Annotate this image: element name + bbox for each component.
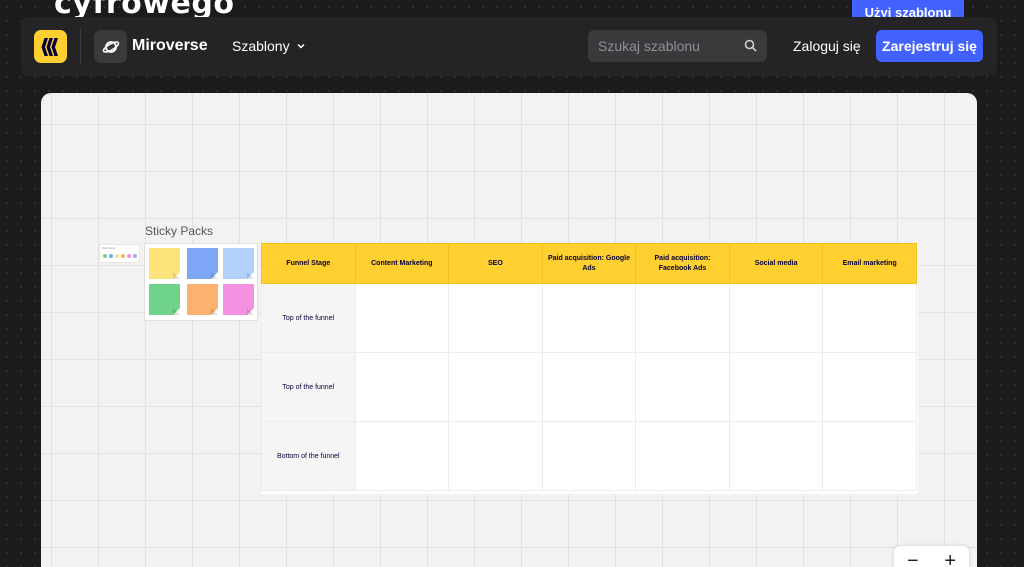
table-cell[interactable] [448,421,543,491]
login-link[interactable]: Zaloguj się [793,38,861,54]
stage-cell[interactable]: Bottom of the funnel [261,421,356,491]
table-cell[interactable] [541,421,637,491]
mini-color-dot [133,254,137,258]
mini-color-dot [127,254,131,258]
table-cell[interactable] [822,352,917,422]
sticky-pack-frame[interactable] [144,243,258,321]
zoom-controls: − + [894,546,969,567]
mini-color-dot [109,254,113,258]
table-cell[interactable] [822,283,917,353]
stage-cell[interactable]: Top of the funnel [261,283,356,353]
table-cell[interactable] [541,352,637,422]
table-cell[interactable] [354,421,450,491]
table-row: Top of the funnel [261,283,917,353]
table-cell[interactable] [635,283,730,353]
table-row: Bottom of the funnel [261,421,917,491]
chevron-down-icon [297,43,305,49]
table-cell[interactable] [541,283,637,353]
signup-button[interactable]: Zarejestruj się [876,30,983,62]
table-cell[interactable] [448,283,543,353]
stage-cell[interactable]: Top of the funnel [261,352,356,422]
header-google-ads[interactable]: Paid acquisition: Google Ads [541,243,637,284]
sticky-note-fold [247,272,254,279]
table-cell[interactable] [635,421,730,491]
zoom-in-button[interactable]: + [944,550,956,567]
search-input[interactable] [588,38,733,54]
sticky-note-fold [173,308,180,315]
table-cell[interactable] [822,421,917,491]
table-cell[interactable] [728,283,824,353]
miro-logo-icon [41,37,58,56]
planet-icon [102,40,119,53]
search-icon[interactable] [744,39,757,52]
zoom-out-button[interactable]: − [907,550,919,567]
header-funnel-stage[interactable]: Funnel Stage [261,243,356,284]
sticky-note[interactable] [187,284,218,315]
sticky-note-fold [211,308,218,315]
board-canvas[interactable]: Text bring Sticky Packs Funnel Stage Con… [41,93,977,567]
sticky-note[interactable] [149,248,180,279]
miro-logo[interactable] [34,30,67,63]
sticky-note-fold [173,272,180,279]
table-cell[interactable] [448,352,543,422]
marketing-funnel-table[interactable]: Funnel Stage Content Marketing SEO Paid … [261,243,918,494]
sticky-note[interactable] [223,284,254,315]
sticky-note[interactable] [149,284,180,315]
mini-color-dot [121,254,125,258]
sticky-packs-label: Sticky Packs [145,224,214,238]
header-email-marketing[interactable]: Email marketing [822,243,917,284]
header-social-media[interactable]: Social media [728,243,824,284]
table-cell[interactable] [635,352,730,422]
templates-dropdown-label: Szablony [232,38,290,54]
mini-color-dot [103,254,107,258]
miroverse-title[interactable]: Miroverse [132,37,208,55]
table-cell[interactable] [728,352,824,422]
table-cell[interactable] [354,352,450,422]
mini-color-dot [115,254,119,258]
sticky-note[interactable] [223,248,254,279]
header-facebook-ads[interactable]: Paid acquisition: Facebook Ads [635,243,730,284]
navbar: Miroverse Szablony Zaloguj się Zarejestr… [21,17,997,76]
sticky-note[interactable] [187,248,218,279]
mini-frame[interactable]: Text bring [99,244,140,263]
navbar-divider [80,29,81,64]
table-header-row: Funnel Stage Content Marketing SEO Paid … [261,243,917,284]
sticky-note-fold [247,308,254,315]
table-cell[interactable] [728,421,824,491]
miroverse-icon-button[interactable] [94,30,127,63]
sticky-note-fold [211,272,218,279]
table-row: Top of the funnel [261,352,917,422]
mini-frame-title: Text bring [102,246,116,250]
header-content-marketing[interactable]: Content Marketing [354,243,450,284]
header-seo[interactable]: SEO [448,243,543,284]
search-box [588,30,767,62]
templates-dropdown[interactable]: Szablony [232,38,306,54]
table-cell[interactable] [354,283,450,353]
